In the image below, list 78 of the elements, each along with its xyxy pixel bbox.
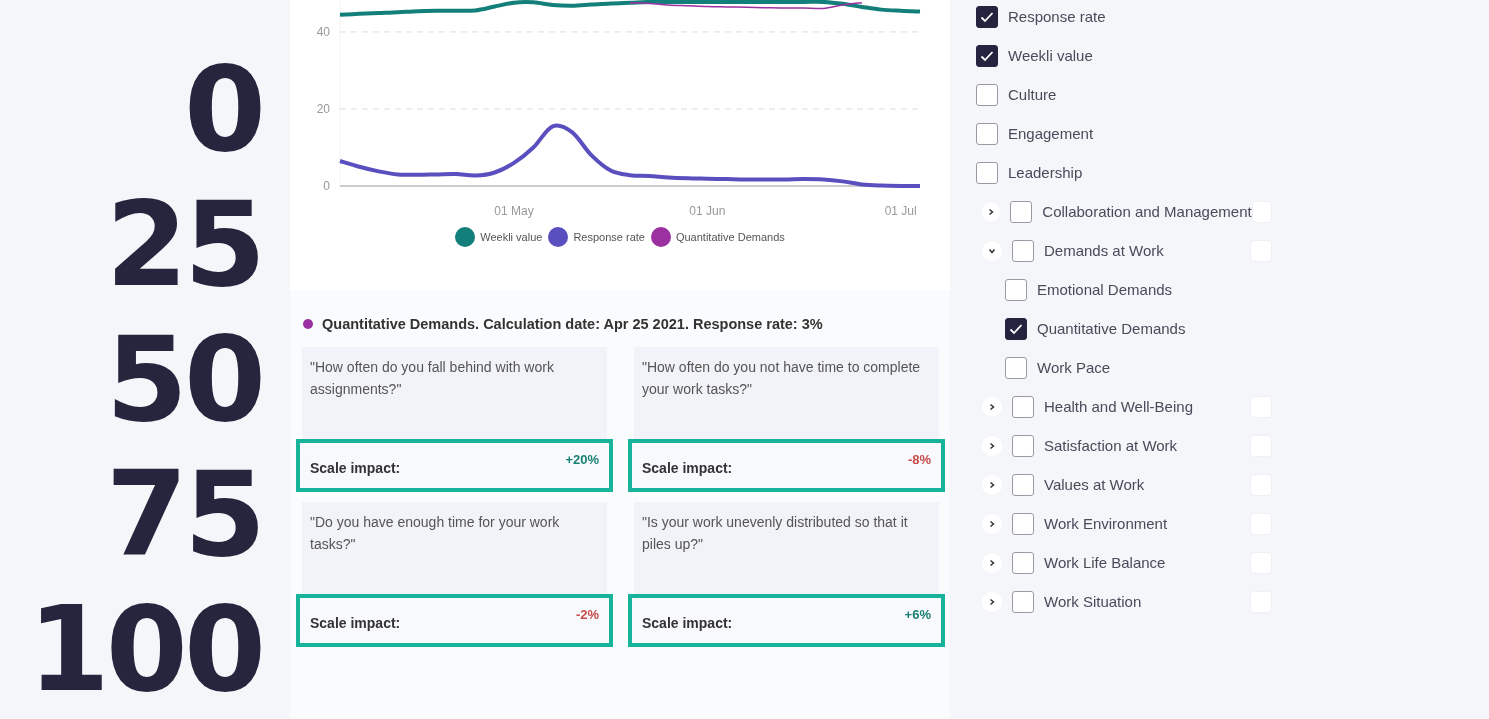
checkbox[interactable] <box>1005 356 1027 379</box>
checkbox[interactable] <box>1012 395 1034 418</box>
checkbox[interactable] <box>1010 200 1033 223</box>
impact-label: Scale impact: <box>642 615 733 633</box>
scale-number: 75 <box>105 447 262 582</box>
checkbox[interactable] <box>1012 473 1034 496</box>
chevron-icon <box>988 480 996 489</box>
chevron-icon <box>988 519 996 528</box>
expand-toggle[interactable] <box>982 591 1002 612</box>
question-text: "Is your work unevenly distributed so that it piles up?" <box>641 513 909 554</box>
checkbox[interactable] <box>976 161 998 184</box>
check-icon <box>980 49 994 62</box>
question-text: "Do you have enough time for your work tasks?" <box>309 513 561 554</box>
check-icon <box>1009 322 1023 335</box>
filter-label: Demands at Work <box>1044 242 1165 259</box>
scale-number: 0 <box>183 42 262 177</box>
expand-toggle[interactable] <box>982 435 1002 456</box>
chevron-icon <box>988 402 996 411</box>
summary-text: Quantitative Demands. Calculation date: Apr 25 2021. Response rate: 3% <box>322 316 823 332</box>
y-axis-label: 40 <box>316 24 330 39</box>
checkbox[interactable] <box>1012 551 1034 574</box>
checkbox[interactable] <box>976 122 998 145</box>
filter-label: Work Pace <box>1037 359 1112 376</box>
filter-label: Leadership <box>1008 164 1084 181</box>
chevron-icon <box>988 558 996 567</box>
checkbox[interactable] <box>976 5 998 28</box>
checkbox[interactable] <box>1005 278 1027 301</box>
question-text: "How often do you fall behind with work assignments?" <box>309 358 555 399</box>
legend-label: Weekli value <box>480 231 543 243</box>
checkbox[interactable] <box>1012 434 1034 457</box>
chevron-icon <box>988 597 996 606</box>
x-axis-label: 01 Jun <box>689 204 726 218</box>
filter-label: Engagement <box>1008 125 1095 142</box>
impact-label: Scale impact: <box>310 460 401 478</box>
expand-toggle[interactable] <box>982 396 1002 417</box>
checkbox[interactable] <box>1012 239 1034 262</box>
filter-label: Emotional Demands <box>1037 281 1174 298</box>
filter-label: Quantitative Demands <box>1037 320 1187 337</box>
expand-toggle[interactable] <box>982 240 1002 261</box>
expand-toggle[interactable] <box>982 474 1002 495</box>
impact-label: Scale impact: <box>642 460 733 478</box>
filter-label: Work Situation <box>1044 593 1143 610</box>
filter-label: Response rate <box>1008 8 1107 25</box>
impact-value: -2% <box>575 607 599 624</box>
expand-toggle[interactable] <box>982 552 1002 573</box>
expand-toggle[interactable] <box>982 513 1002 534</box>
x-axis-label: 01 May <box>494 204 534 218</box>
question-text: "How often do you not have time to complete your work tasks?" <box>641 358 922 399</box>
filter-label: Work Life Balance <box>1044 554 1167 571</box>
filter-label: Collaboration and Management <box>1042 203 1252 220</box>
chevron-icon <box>987 207 996 216</box>
scale-number: 25 <box>105 177 262 312</box>
filter-label: Health and Well-Being <box>1044 398 1194 415</box>
chevron-icon <box>988 246 996 255</box>
impact-label: Scale impact: <box>310 615 401 633</box>
y-axis-label: 0 <box>323 179 330 193</box>
scale-number: 50 <box>105 312 262 447</box>
checkbox[interactable] <box>1012 512 1034 535</box>
filter-label: Weekli value <box>1008 47 1094 64</box>
y-axis-label: 20 <box>316 102 330 116</box>
checkbox[interactable] <box>976 44 998 67</box>
x-axis-label: 01 Jul <box>884 204 917 218</box>
impact-value: +6% <box>904 607 931 624</box>
impact-value: +20% <box>565 452 599 469</box>
legend-label: Response rate <box>573 231 645 243</box>
filter-label: Satisfaction at Work <box>1044 437 1179 454</box>
filter-label: Work Environment <box>1044 515 1169 532</box>
checkbox[interactable] <box>1012 590 1034 613</box>
check-icon <box>980 10 994 23</box>
legend-label: Quantitative Demands <box>675 231 785 243</box>
checkbox[interactable] <box>976 83 998 106</box>
chevron-icon <box>988 441 996 450</box>
filter-label: Values at Work <box>1044 476 1146 493</box>
checkbox[interactable] <box>1005 317 1027 340</box>
scale-number: 100 <box>27 582 262 717</box>
impact-value: -8% <box>907 452 931 469</box>
expand-toggle[interactable] <box>982 201 1001 222</box>
filter-label: Culture <box>1008 86 1058 103</box>
